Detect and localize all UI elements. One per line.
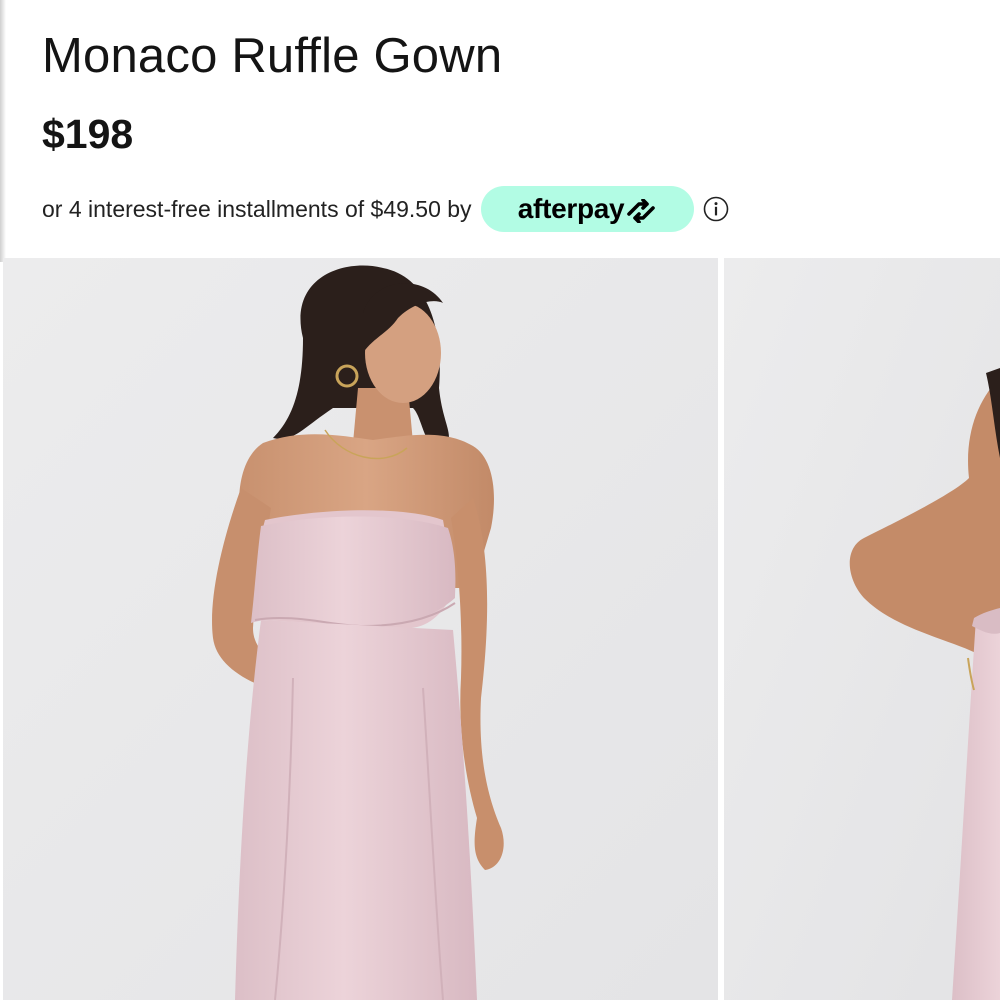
afterpay-arrows-icon: [627, 199, 656, 223]
model-front-illustration: [3, 258, 718, 1000]
product-image-front[interactable]: [3, 258, 718, 1000]
product-price: $198: [42, 111, 134, 157]
product-gallery: [0, 258, 1000, 1000]
info-icon[interactable]: [703, 196, 729, 222]
product-image-back[interactable]: [724, 258, 1000, 1000]
installment-text: or 4 interest-free installments of $49.5…: [42, 195, 472, 222]
product-title: Monaco Ruffle Gown: [42, 29, 503, 83]
model-back-illustration: [724, 258, 1000, 1000]
product-header: Monaco Ruffle Gown $198 or 4 interest-fr…: [0, 0, 1000, 258]
afterpay-logo: afterpay: [517, 193, 625, 224]
afterpay-badge[interactable]: afterpay: [480, 186, 694, 232]
afterpay-row: or 4 interest-free installments of $49.5…: [42, 186, 729, 232]
